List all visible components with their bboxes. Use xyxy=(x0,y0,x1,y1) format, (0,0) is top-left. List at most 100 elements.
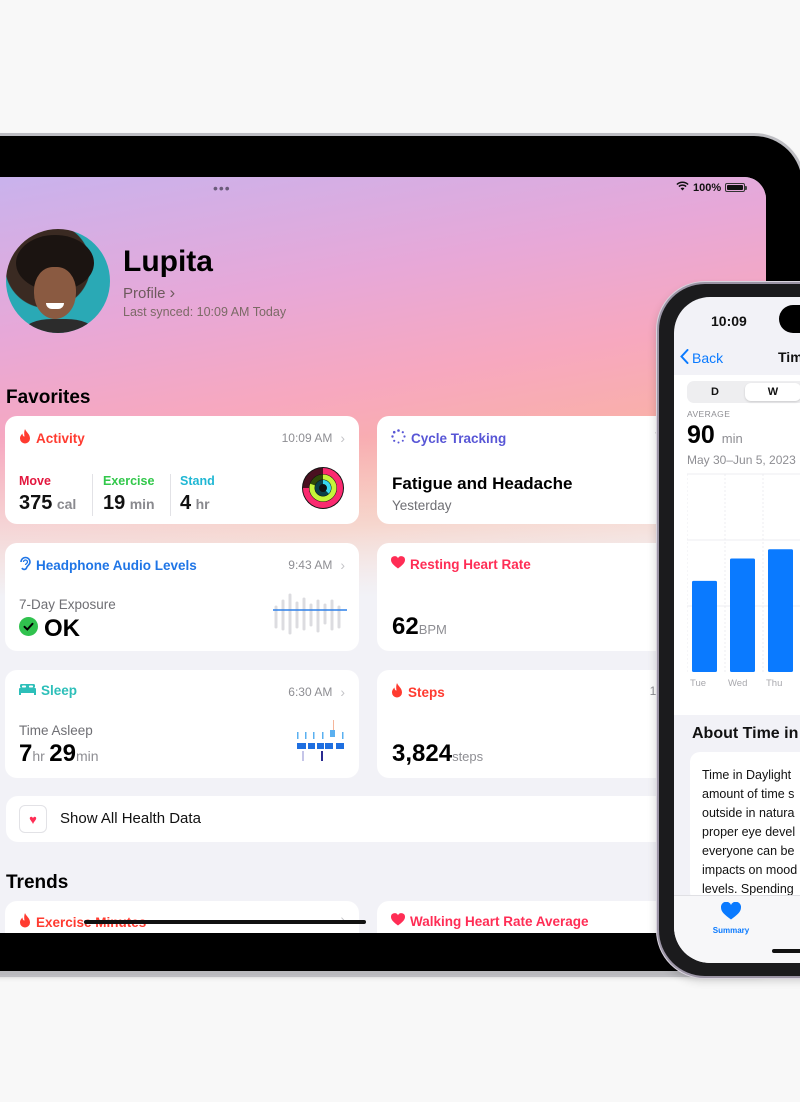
activity-time: 10:09 AM xyxy=(281,431,333,445)
sleep-card[interactable]: Sleep 6:30 AM › Time Asleep 7hr 29min xyxy=(5,670,359,778)
steps-card[interactable]: Steps 10 3,824steps xyxy=(377,670,677,778)
steps-value: 3,824 xyxy=(392,740,453,767)
resting-heart-value-row: 62BPM xyxy=(392,613,447,641)
chart-bar-wed[interactable] xyxy=(730,558,755,672)
favorites-title: Favorites xyxy=(6,387,91,408)
back-button[interactable]: Back xyxy=(680,349,723,367)
sleep-hours: 7 xyxy=(19,740,33,767)
about-line: outside in natura xyxy=(702,806,795,820)
segment-day[interactable]: D xyxy=(687,381,743,403)
trend-header: Walking Heart Rate Average xyxy=(390,913,589,929)
segment-week[interactable]: W xyxy=(745,383,800,401)
headphone-header: Headphone Audio Levels xyxy=(19,556,197,574)
chevron-right-icon: › xyxy=(340,684,345,700)
chevron-right-icon: › xyxy=(340,430,345,446)
resting-heart-title: Resting Heart Rate xyxy=(410,556,531,572)
sleep-meta: 6:30 AM › xyxy=(288,684,345,700)
cycle-tracking-card[interactable]: Cycle Tracking Y Fatigue and Headache Ye… xyxy=(377,416,677,524)
last-synced: Last synced: 10:09 AM Today xyxy=(123,305,287,319)
status-bar: 100% xyxy=(676,181,748,194)
about-line: everyone can be xyxy=(702,844,795,858)
about-description: Time in Daylight amount of time s outside … xyxy=(690,752,800,902)
sleep-hours-unit: hr xyxy=(32,748,45,764)
average-number: 90 xyxy=(687,421,715,449)
chevron-left-icon xyxy=(680,349,689,367)
tab-summary-label: Summary xyxy=(712,926,750,935)
x-tick-label: Tue xyxy=(690,678,706,689)
exposure-label: 7-Day Exposure xyxy=(19,597,116,612)
exposure-status: OK xyxy=(19,615,80,643)
sleep-minutes: 29 xyxy=(49,740,76,767)
flame-icon xyxy=(19,429,31,447)
resting-heart-rate-card[interactable]: Resting Heart Rate 62BPM xyxy=(377,543,677,651)
date-range: May 30–Jun 5, 2023 xyxy=(687,453,796,467)
time-asleep-value: 7hr 29min xyxy=(19,740,99,768)
chevron-right-icon: › xyxy=(169,283,176,302)
cycle-tracking-value: Fatigue and Headache xyxy=(392,474,573,493)
activity-meta: 10:09 AM › xyxy=(282,430,345,446)
battery-icon xyxy=(725,183,748,192)
resting-heart-value: 62 xyxy=(392,613,419,640)
ear-icon xyxy=(19,556,31,574)
product-stage: ••• 100% Lupita Profile › Last synced: 1… xyxy=(0,0,800,1102)
x-tick-label: Wed xyxy=(728,678,747,689)
trends-title: Trends xyxy=(6,872,69,893)
chart-bar-tue[interactable] xyxy=(692,580,717,672)
exercise-value: 19 xyxy=(103,492,126,514)
period-segmented-control: D W xyxy=(687,381,800,403)
sleep-stages-sparkline xyxy=(297,720,344,761)
heart-icon xyxy=(720,901,742,920)
multitask-indicator[interactable]: ••• xyxy=(213,180,231,196)
tab-summary[interactable]: Summary xyxy=(708,901,754,935)
exercise-metric: Exercise 19 min xyxy=(103,474,155,515)
audio-levels-sparkline xyxy=(273,593,347,635)
show-all-health-data-button[interactable]: ♥ Show All Health Data xyxy=(6,796,706,842)
iphone-home-indicator[interactable] xyxy=(772,949,800,953)
stand-unit: hr xyxy=(195,496,210,512)
divider xyxy=(170,474,171,516)
stand-label: Stand xyxy=(180,474,215,488)
about-line: proper eye devel xyxy=(702,825,796,839)
move-metric: Move 375 cal xyxy=(19,474,76,515)
x-tick-label: Thu xyxy=(766,678,782,689)
about-line: amount of time s xyxy=(702,787,795,801)
profile-link[interactable]: Profile › xyxy=(123,283,175,303)
flame-icon xyxy=(391,683,403,701)
exercise-label: Exercise xyxy=(103,474,155,488)
steps-header: Steps xyxy=(391,683,445,701)
health-app-icon: ♥ xyxy=(19,805,47,833)
cycle-tracking-subtitle: Yesterday xyxy=(392,498,452,513)
ipad-home-indicator[interactable] xyxy=(84,920,366,924)
iphone-screen: 10:09 Back Tim D W AVERAGE 90 min May 30… xyxy=(674,297,800,963)
steps-unit: steps xyxy=(452,749,484,764)
steps-title: Steps xyxy=(408,684,445,700)
move-unit: cal xyxy=(56,496,77,512)
steps-value-row: 3,824steps xyxy=(392,740,483,768)
resting-heart-unit: BPM xyxy=(418,622,447,637)
battery-percent: 100% xyxy=(693,181,722,194)
detail-body: D W AVERAGE 90 min May 30–Jun 5, 2023 Tu… xyxy=(674,375,800,715)
profile-name: Lupita xyxy=(123,245,213,278)
average-value: 90 min xyxy=(687,421,743,450)
avatar[interactable] xyxy=(6,229,110,333)
about-title: About Time in xyxy=(692,725,799,742)
cycle-tracking-title: Cycle Tracking xyxy=(411,430,507,446)
dynamic-island xyxy=(779,305,800,333)
sleep-minutes-unit: min xyxy=(75,748,99,764)
chart-bar-thu[interactable] xyxy=(768,549,793,672)
average-unit: min xyxy=(721,431,743,446)
time-asleep-label: Time Asleep xyxy=(19,723,93,738)
activity-header: Activity xyxy=(19,429,85,447)
headphone-audio-card[interactable]: Headphone Audio Levels 9:43 AM › 7-Day E… xyxy=(5,543,359,651)
about-line: impacts on mood xyxy=(702,863,798,877)
heart-icon xyxy=(390,913,406,929)
chevron-right-icon: › xyxy=(340,557,345,573)
activity-title: Activity xyxy=(36,430,85,446)
headphone-time: 9:43 AM xyxy=(288,558,333,572)
chevron-right-icon: › xyxy=(340,911,345,927)
activity-card[interactable]: Activity 10:09 AM › Move 375 cal Exercis… xyxy=(5,416,359,524)
cycle-tracking-header: Cycle Tracking xyxy=(391,429,506,447)
resting-heart-header: Resting Heart Rate xyxy=(390,556,531,572)
move-label: Move xyxy=(19,474,51,488)
sleep-time: 6:30 AM xyxy=(288,685,333,699)
